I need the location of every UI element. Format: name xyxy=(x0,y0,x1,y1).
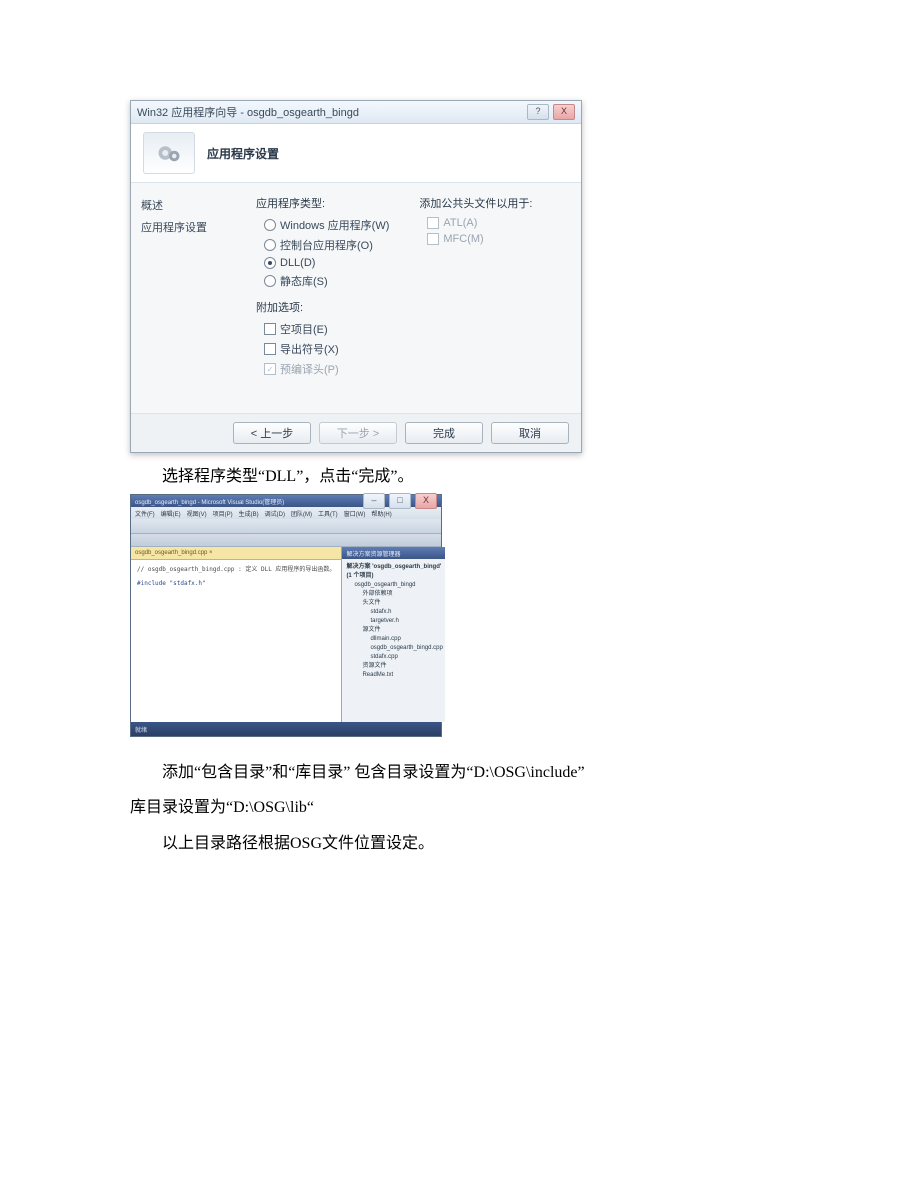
check-label: 空项目(E) xyxy=(280,321,328,337)
ide-toolbar-2 xyxy=(131,534,441,547)
wizard-header-label: 应用程序设置 xyxy=(207,145,279,162)
solution-explorer-title: 解决方案资源管理器 xyxy=(342,547,444,559)
wizard-body: 概述 应用程序设置 应用程序类型: Windows 应用程序(W) 控制台应用程… xyxy=(131,183,581,413)
radio-label: DLL(D) xyxy=(280,257,315,269)
tree-node[interactable]: dllmain.cpp xyxy=(344,635,442,644)
wizard-form: 应用程序类型: Windows 应用程序(W) 控制台应用程序(O) DLL(D… xyxy=(246,183,581,413)
radio-label: 控制台应用程序(O) xyxy=(280,237,373,253)
ide-solution-explorer: 解决方案资源管理器 解决方案 'osgdb_osgearth_bingd' (1… xyxy=(342,547,444,722)
check-mfc: MFC(M) xyxy=(427,233,532,245)
code-line: #include "stdafx.h" xyxy=(137,580,206,587)
ide-titlebar: osgdb_osgearth_bingd - Microsoft Visual … xyxy=(131,495,441,507)
checkbox-icon xyxy=(264,343,276,355)
ide-editor-tab[interactable]: osgdb_osgearth_bingd.cpp × xyxy=(131,547,341,560)
tree-node[interactable]: osgdb_osgearth_bingd xyxy=(344,581,442,590)
checkbox-icon xyxy=(264,323,276,335)
wizard-header: 应用程序设置 xyxy=(131,124,581,183)
checkbox-icon xyxy=(427,217,439,229)
ide-editor-pane: osgdb_osgearth_bingd.cpp × // osgdb_osge… xyxy=(131,547,342,722)
app-type-label: 应用程序类型: xyxy=(256,195,389,211)
check-label: MFC(M) xyxy=(443,233,483,245)
tree-node[interactable]: 源文件 xyxy=(344,626,442,635)
check-empty-project[interactable]: 空项目(E) xyxy=(264,321,389,337)
tree-node[interactable]: osgdb_osgearth_bingd.cpp xyxy=(344,644,442,653)
menu-item[interactable]: 工具(T) xyxy=(318,509,338,518)
doc-line-4: 以上目录路径根据OSG文件位置设定。 xyxy=(130,826,810,861)
check-label: 预编译头(P) xyxy=(280,361,339,377)
close-window-button[interactable]: X xyxy=(415,493,437,509)
common-header-column: 添加公共头文件以用于: ATL(A) MFC(M) xyxy=(419,195,532,401)
menu-item[interactable]: 编辑(E) xyxy=(161,509,181,518)
next-button: 下一步 > xyxy=(319,422,397,444)
check-label: ATL(A) xyxy=(443,217,477,229)
tree-node[interactable]: 解决方案 'osgdb_osgearth_bingd' (1 个项目) xyxy=(344,563,442,581)
radio-label: 静态库(S) xyxy=(280,273,328,289)
finish-button[interactable]: 完成 xyxy=(405,422,483,444)
radio-icon xyxy=(264,239,276,251)
maximize-window-button[interactable]: □ xyxy=(389,493,411,509)
tree-node[interactable]: 外部依赖项 xyxy=(344,590,442,599)
window-controls: ? X xyxy=(527,104,575,120)
radio-icon xyxy=(264,257,276,269)
menu-item[interactable]: 生成(B) xyxy=(239,509,259,518)
sidebar-item-settings[interactable]: 应用程序设置 xyxy=(141,219,236,235)
radio-windows-app[interactable]: Windows 应用程序(W) xyxy=(264,217,389,233)
close-window-button[interactable]: X xyxy=(553,104,575,120)
check-precompiled-header: ✓ 预编译头(P) xyxy=(264,361,389,377)
tree-node[interactable]: ReadMe.txt xyxy=(344,671,442,680)
wizard-sidebar: 概述 应用程序设置 xyxy=(131,183,246,413)
tree-node[interactable]: stdafx.cpp xyxy=(344,653,442,662)
app-type-column: 应用程序类型: Windows 应用程序(W) 控制台应用程序(O) DLL(D… xyxy=(256,195,389,401)
wizard-titlebar: Win32 应用程序向导 - osgdb_osgearth_bingd ? X xyxy=(131,101,581,124)
radio-console-app[interactable]: 控制台应用程序(O) xyxy=(264,237,389,253)
radio-dll[interactable]: DLL(D) xyxy=(264,257,389,269)
wizard-footer: < 上一步 下一步 > 完成 取消 xyxy=(131,413,581,452)
menu-item[interactable]: 帮助(H) xyxy=(371,509,391,518)
help-window-button[interactable]: ? xyxy=(527,104,549,120)
wizard-header-icon xyxy=(143,132,195,174)
menu-item[interactable]: 项目(P) xyxy=(213,509,233,518)
menu-item[interactable]: 窗口(W) xyxy=(344,509,366,518)
checkbox-icon xyxy=(427,233,439,245)
menu-item[interactable]: 调试(D) xyxy=(265,509,285,518)
solution-tree[interactable]: 解决方案 'osgdb_osgearth_bingd' (1 个项目) osgd… xyxy=(342,559,444,722)
check-export-symbols[interactable]: 导出符号(X) xyxy=(264,341,389,357)
checkbox-icon: ✓ xyxy=(264,363,276,375)
win32-wizard-dialog: Win32 应用程序向导 - osgdb_osgearth_bingd ? X … xyxy=(130,100,582,453)
radio-icon xyxy=(264,275,276,287)
radio-static-lib[interactable]: 静态库(S) xyxy=(264,273,389,289)
minimize-window-button[interactable]: – xyxy=(363,493,385,509)
extra-options-label: 附加选项: xyxy=(256,299,389,315)
check-label: 导出符号(X) xyxy=(280,341,339,357)
radio-label: Windows 应用程序(W) xyxy=(280,217,389,233)
ide-code-area[interactable]: // osgdb_osgearth_bingd.cpp : 定义 DLL 应用程… xyxy=(131,560,341,722)
ide-window-controls: – □ X xyxy=(363,493,437,509)
sidebar-item-overview[interactable]: 概述 xyxy=(141,197,236,213)
tree-node[interactable]: stdafx.h xyxy=(344,608,442,617)
doc-line-2: 添加“包含目录”和“库目录” 包含目录设置为“D:\OSG\include” xyxy=(130,755,810,790)
doc-line-1: 选择程序类型“DLL”，点击“完成”。 xyxy=(130,459,810,494)
ide-main: osgdb_osgearth_bingd.cpp × // osgdb_osge… xyxy=(131,547,441,722)
ide-toolbar xyxy=(131,519,441,534)
prev-button[interactable]: < 上一步 xyxy=(233,422,311,444)
radio-icon xyxy=(264,219,276,231)
code-line: // osgdb_osgearth_bingd.cpp : 定义 DLL 应用程… xyxy=(137,566,335,573)
check-atl: ATL(A) xyxy=(427,217,532,229)
cancel-button[interactable]: 取消 xyxy=(491,422,569,444)
tree-node[interactable]: targetver.h xyxy=(344,617,442,626)
menu-item[interactable]: 视图(V) xyxy=(187,509,207,518)
gear-icon xyxy=(154,138,184,168)
ide-status-bar: 就绪 xyxy=(131,722,441,736)
common-header-label: 添加公共头文件以用于: xyxy=(419,195,532,211)
tree-node[interactable]: 资源文件 xyxy=(344,662,442,671)
menu-item[interactable]: 团队(M) xyxy=(291,509,312,518)
menu-item[interactable]: 文件(F) xyxy=(135,509,155,518)
status-text: 就绪 xyxy=(135,725,147,734)
ide-title: osgdb_osgearth_bingd - Microsoft Visual … xyxy=(135,497,363,506)
vs-ide-window: osgdb_osgearth_bingd - Microsoft Visual … xyxy=(130,494,442,737)
tree-node[interactable]: 头文件 xyxy=(344,599,442,608)
wizard-title: Win32 应用程序向导 - osgdb_osgearth_bingd xyxy=(137,104,527,120)
doc-line-3: 库目录设置为“D:\OSG\lib“ xyxy=(130,790,810,825)
